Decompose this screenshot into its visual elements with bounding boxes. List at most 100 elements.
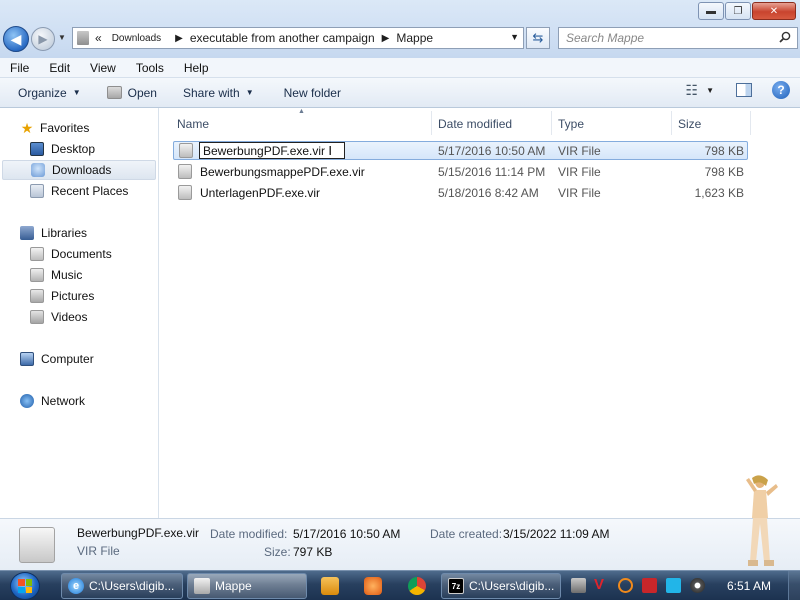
menu-file[interactable]: File — [0, 61, 39, 75]
taskbar-item-7zip[interactable]: 7z C:\Users\digib... — [441, 573, 561, 599]
table-row[interactable]: BewerbungPDF.exe.vir I 5/17/2016 10:50 A… — [173, 141, 748, 160]
text-cursor-icon: I — [328, 143, 332, 158]
nav-documents[interactable]: Documents — [0, 244, 157, 264]
file-list: ▲ Name Date modified Type Size Bewerbung… — [160, 108, 800, 518]
file-icon — [106, 86, 122, 99]
vir-file-icon — [179, 143, 193, 158]
dancer-figure-image — [746, 475, 778, 566]
breadcrumb[interactable]: executable from another campaign — [190, 31, 375, 45]
forward-button[interactable]: ▶ — [31, 27, 55, 51]
7zip-icon: 7z — [448, 578, 464, 594]
folder-icon — [194, 578, 210, 594]
search-box[interactable] — [558, 27, 798, 49]
column-divider[interactable] — [750, 111, 751, 135]
organize-label: Organize — [18, 85, 67, 100]
preview-pane-icon[interactable] — [736, 83, 752, 97]
refresh-button[interactable]: ⇆ — [526, 27, 550, 49]
nav-label: Music — [51, 268, 83, 282]
menu-help[interactable]: Help — [174, 61, 219, 75]
back-arrow-icon: ◀ — [10, 30, 22, 47]
back-button[interactable]: ◀ — [3, 26, 29, 52]
breadcrumb[interactable]: Downloads — [112, 33, 161, 44]
address-bar[interactable]: « Downloads ▶ executable from another ca… — [72, 27, 524, 49]
ie-icon: e — [68, 578, 84, 594]
column-header-name[interactable]: Name — [177, 113, 427, 135]
show-desktop-button[interactable] — [788, 571, 800, 600]
videos-icon — [30, 310, 44, 324]
column-header-size[interactable]: Size — [678, 113, 748, 135]
organize-button[interactable]: Organize ▼ — [10, 81, 89, 105]
file-type: VIR File — [558, 143, 601, 158]
nav-label: Videos — [51, 310, 88, 324]
breadcrumb[interactable]: Mappe — [396, 31, 433, 45]
display-icon[interactable] — [666, 578, 681, 593]
minimize-button[interactable]: ▬ — [698, 2, 724, 20]
nav-pictures[interactable]: Pictures — [0, 286, 157, 306]
start-button[interactable] — [10, 572, 40, 600]
vlc-icon[interactable] — [364, 577, 382, 595]
network-tray-icon[interactable] — [571, 578, 586, 593]
menu-bar: File Edit View Tools Help — [0, 58, 800, 78]
vir-file-icon — [178, 185, 192, 200]
nav-recent-places[interactable]: Recent Places — [0, 181, 157, 201]
change-view-icon[interactable]: ☷ — [686, 82, 699, 99]
search-input[interactable] — [566, 31, 766, 45]
antivirus-icon[interactable]: V — [594, 576, 609, 593]
volume-icon[interactable] — [690, 578, 705, 593]
address-dropdown-icon[interactable]: ▼ — [510, 32, 519, 42]
recent-pages-dropdown[interactable]: ▼ — [58, 33, 66, 42]
column-divider[interactable] — [551, 111, 552, 135]
nav-label: Recent Places — [51, 184, 129, 198]
new-folder-button[interactable]: New folder — [276, 81, 349, 105]
column-header-date-modified[interactable]: Date modified — [438, 113, 550, 135]
menu-tools[interactable]: Tools — [126, 61, 174, 75]
file-name: BewerbungsmappePDF.exe.vir — [200, 164, 365, 179]
details-date-modified-value: 5/17/2016 10:50 AM — [293, 527, 401, 541]
taskbar-item-mappe[interactable]: Mappe — [187, 573, 307, 599]
close-button[interactable]: ✕ — [752, 2, 796, 20]
column-divider[interactable] — [671, 111, 672, 135]
nav-downloads[interactable]: Downloads — [2, 160, 156, 180]
nav-label: Favorites — [40, 121, 90, 135]
help-icon[interactable]: ? — [772, 81, 790, 99]
new-folder-label: New folder — [283, 85, 341, 100]
magnifier-icon[interactable] — [618, 578, 633, 593]
breadcrumb-separator-icon[interactable]: ▶ — [382, 33, 390, 44]
chevron-down-icon[interactable]: ▼ — [706, 86, 714, 95]
search-icon[interactable] — [779, 31, 791, 46]
file-type: VIR File — [558, 164, 601, 179]
details-size-value: 797 KB — [293, 545, 333, 559]
open-button[interactable]: Open — [99, 81, 165, 105]
breadcrumb-separator-icon[interactable]: ▶ — [175, 33, 183, 44]
details-size-label: Size: — [264, 545, 291, 559]
file-date: 5/18/2016 8:42 AM — [438, 185, 539, 200]
table-row[interactable]: UnterlagenPDF.exe.vir 5/18/2016 8:42 AM … — [173, 183, 748, 202]
maximize-button[interactable]: ❐ — [725, 2, 751, 20]
column-divider[interactable] — [431, 111, 432, 135]
nav-desktop[interactable]: Desktop — [0, 139, 157, 159]
taskbar-item-explorer-ie[interactable]: e C:\Users\digib... — [61, 573, 183, 599]
taskbar-clock[interactable]: 6:51 AM — [727, 579, 771, 593]
nav-network[interactable]: Network — [0, 391, 157, 411]
media-player-icon[interactable] — [321, 577, 339, 595]
details-date-created-label: Date created: — [430, 527, 503, 541]
chrome-icon[interactable] — [408, 577, 426, 595]
flag-icon[interactable] — [642, 578, 657, 593]
table-row[interactable]: BewerbungsmappePDF.exe.vir 5/15/2016 11:… — [173, 162, 748, 181]
navigation-pane: ★ Favorites Desktop Downloads Recent Pla… — [0, 108, 159, 518]
details-filename: BewerbungPDF.exe.vir — [77, 526, 200, 540]
nav-music[interactable]: Music — [0, 265, 157, 285]
menu-view[interactable]: View — [80, 61, 126, 75]
rename-input[interactable]: BewerbungPDF.exe.vir I — [199, 142, 345, 159]
nav-favorites[interactable]: ★ Favorites — [0, 118, 157, 138]
nav-computer[interactable]: Computer — [0, 349, 157, 369]
share-with-button[interactable]: Share with ▼ — [175, 81, 262, 105]
details-pane: BewerbungPDF.exe.vir VIR File Date modif… — [0, 518, 800, 570]
nav-libraries[interactable]: Libraries — [0, 223, 157, 243]
menu-edit[interactable]: Edit — [39, 61, 80, 75]
nav-videos[interactable]: Videos — [0, 307, 157, 327]
file-date: 5/17/2016 10:50 AM — [438, 143, 546, 158]
column-header-type[interactable]: Type — [558, 113, 668, 135]
breadcrumb-overflow[interactable]: « — [95, 31, 102, 45]
music-icon — [30, 268, 44, 282]
